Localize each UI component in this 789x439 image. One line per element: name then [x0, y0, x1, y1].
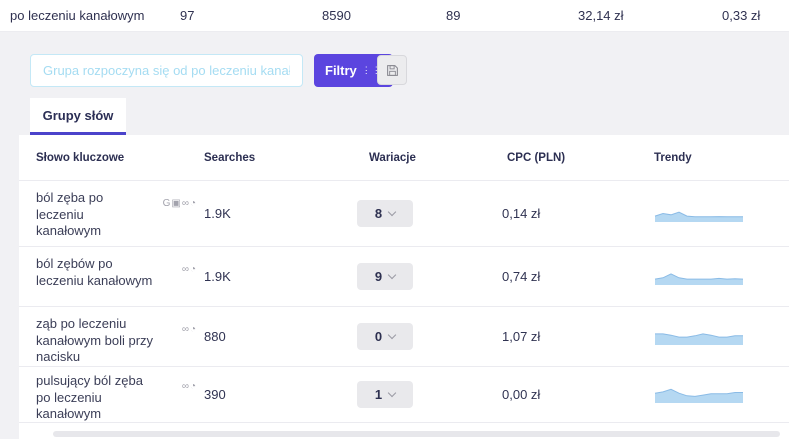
chevron-down-icon	[388, 389, 396, 397]
wariacje-value: 0	[375, 329, 382, 344]
parent-metric-searches: 97	[180, 0, 194, 31]
trend-sparkline	[654, 205, 744, 222]
parent-metric-volume: 8590	[322, 0, 351, 31]
table-row: ból zęba po leczeniu kanałowym G▣∞◔ 1.9K…	[19, 181, 789, 247]
history-icon: ◔	[190, 198, 196, 209]
keyword-text: ząb po leczeniu kanałowym boli przy naci…	[36, 316, 161, 366]
tab-label: Grupy słów	[43, 108, 114, 123]
searches-value: 880	[204, 329, 349, 344]
group-search-input[interactable]	[30, 54, 303, 87]
chevron-down-icon	[388, 208, 396, 216]
serp-feature-icons: ∞◔	[181, 256, 196, 277]
google-icon: G	[163, 198, 171, 209]
wariacje-dropdown[interactable]: 9	[357, 263, 413, 290]
trend-sparkline	[654, 386, 744, 403]
serp-feature-icons: G▣∞◔	[162, 190, 196, 211]
keyword-text: ból zęba po leczeniu kanałowym	[36, 190, 136, 240]
horizontal-scrollbar[interactable]	[53, 431, 780, 437]
table-row: ząb po leczeniu kanałowym boli przy naci…	[19, 307, 789, 367]
chevron-down-icon	[388, 271, 396, 279]
table-header-row: Słowo kluczowe Searches Wariacje CPC (PL…	[19, 135, 789, 181]
display-icon: ▣	[171, 198, 180, 209]
searches-value: 1.9K	[204, 206, 349, 221]
chevron-down-icon	[388, 331, 396, 339]
serp-feature-icons: ∞◔	[181, 316, 196, 337]
searches-value: 1.9K	[204, 269, 349, 284]
col-header-searches: Searches	[204, 152, 349, 164]
cpc-value: 0,14 zł	[489, 206, 649, 221]
col-header-trendy: Trendy	[649, 152, 789, 164]
glasses-icon: ∞	[182, 324, 189, 335]
wariacje-value: 9	[375, 269, 382, 284]
history-icon: ◔	[190, 264, 196, 275]
keyword-tool-screen: po leczeniu kanałowym 97 8590 89 32,14 z…	[0, 0, 789, 439]
col-header-wariacje: Wariacje	[349, 152, 489, 164]
wariacje-dropdown[interactable]: 1	[357, 381, 413, 408]
parent-keyword: po leczeniu kanałowym	[10, 0, 144, 31]
col-header-keyword: Słowo kluczowe	[19, 152, 204, 164]
keyword-groups-table: Słowo kluczowe Searches Wariacje CPC (PL…	[19, 135, 789, 439]
history-icon: ◔	[190, 324, 196, 335]
searches-value: 390	[204, 387, 349, 402]
filters-button-label: Filtry	[325, 63, 357, 78]
parent-metric-cpc-low: 0,33 zł	[722, 0, 760, 31]
glasses-icon: ∞	[182, 381, 189, 392]
floppy-disk-icon	[386, 64, 399, 77]
save-button[interactable]	[377, 55, 407, 85]
parent-keyword-row: po leczeniu kanałowym 97 8590 89 32,14 z…	[0, 0, 789, 32]
serp-feature-icons: ∞◔	[181, 373, 196, 394]
glasses-icon: ∞	[182, 198, 189, 209]
cpc-value: 0,74 zł	[489, 269, 649, 284]
keyword-text: pulsujący ból zęba po leczeniu kanałowym	[36, 373, 161, 423]
wariacje-value: 8	[375, 206, 382, 221]
parent-metric-cpc-high: 32,14 zł	[578, 0, 624, 31]
wariacje-dropdown[interactable]: 8	[357, 200, 413, 227]
trend-sparkline	[654, 268, 744, 285]
table-row: ból zębów po leczeniu kanałowym ∞◔ 1.9K …	[19, 247, 789, 307]
keyword-text: ból zębów po leczeniu kanałowym	[36, 256, 161, 289]
tab-grupy-slow[interactable]: Grupy słów	[30, 98, 126, 135]
trend-sparkline	[654, 328, 744, 345]
cpc-value: 0,00 zł	[489, 387, 649, 402]
cpc-value: 1,07 zł	[489, 329, 649, 344]
wariacje-value: 1	[375, 387, 382, 402]
parent-metric-count: 89	[446, 0, 460, 31]
history-icon: ◔	[190, 381, 196, 392]
col-header-cpc: CPC (PLN)	[489, 152, 649, 164]
table-row: pulsujący ból zęba po leczeniu kanałowym…	[19, 367, 789, 423]
wariacje-dropdown[interactable]: 0	[357, 323, 413, 350]
glasses-icon: ∞	[182, 264, 189, 275]
